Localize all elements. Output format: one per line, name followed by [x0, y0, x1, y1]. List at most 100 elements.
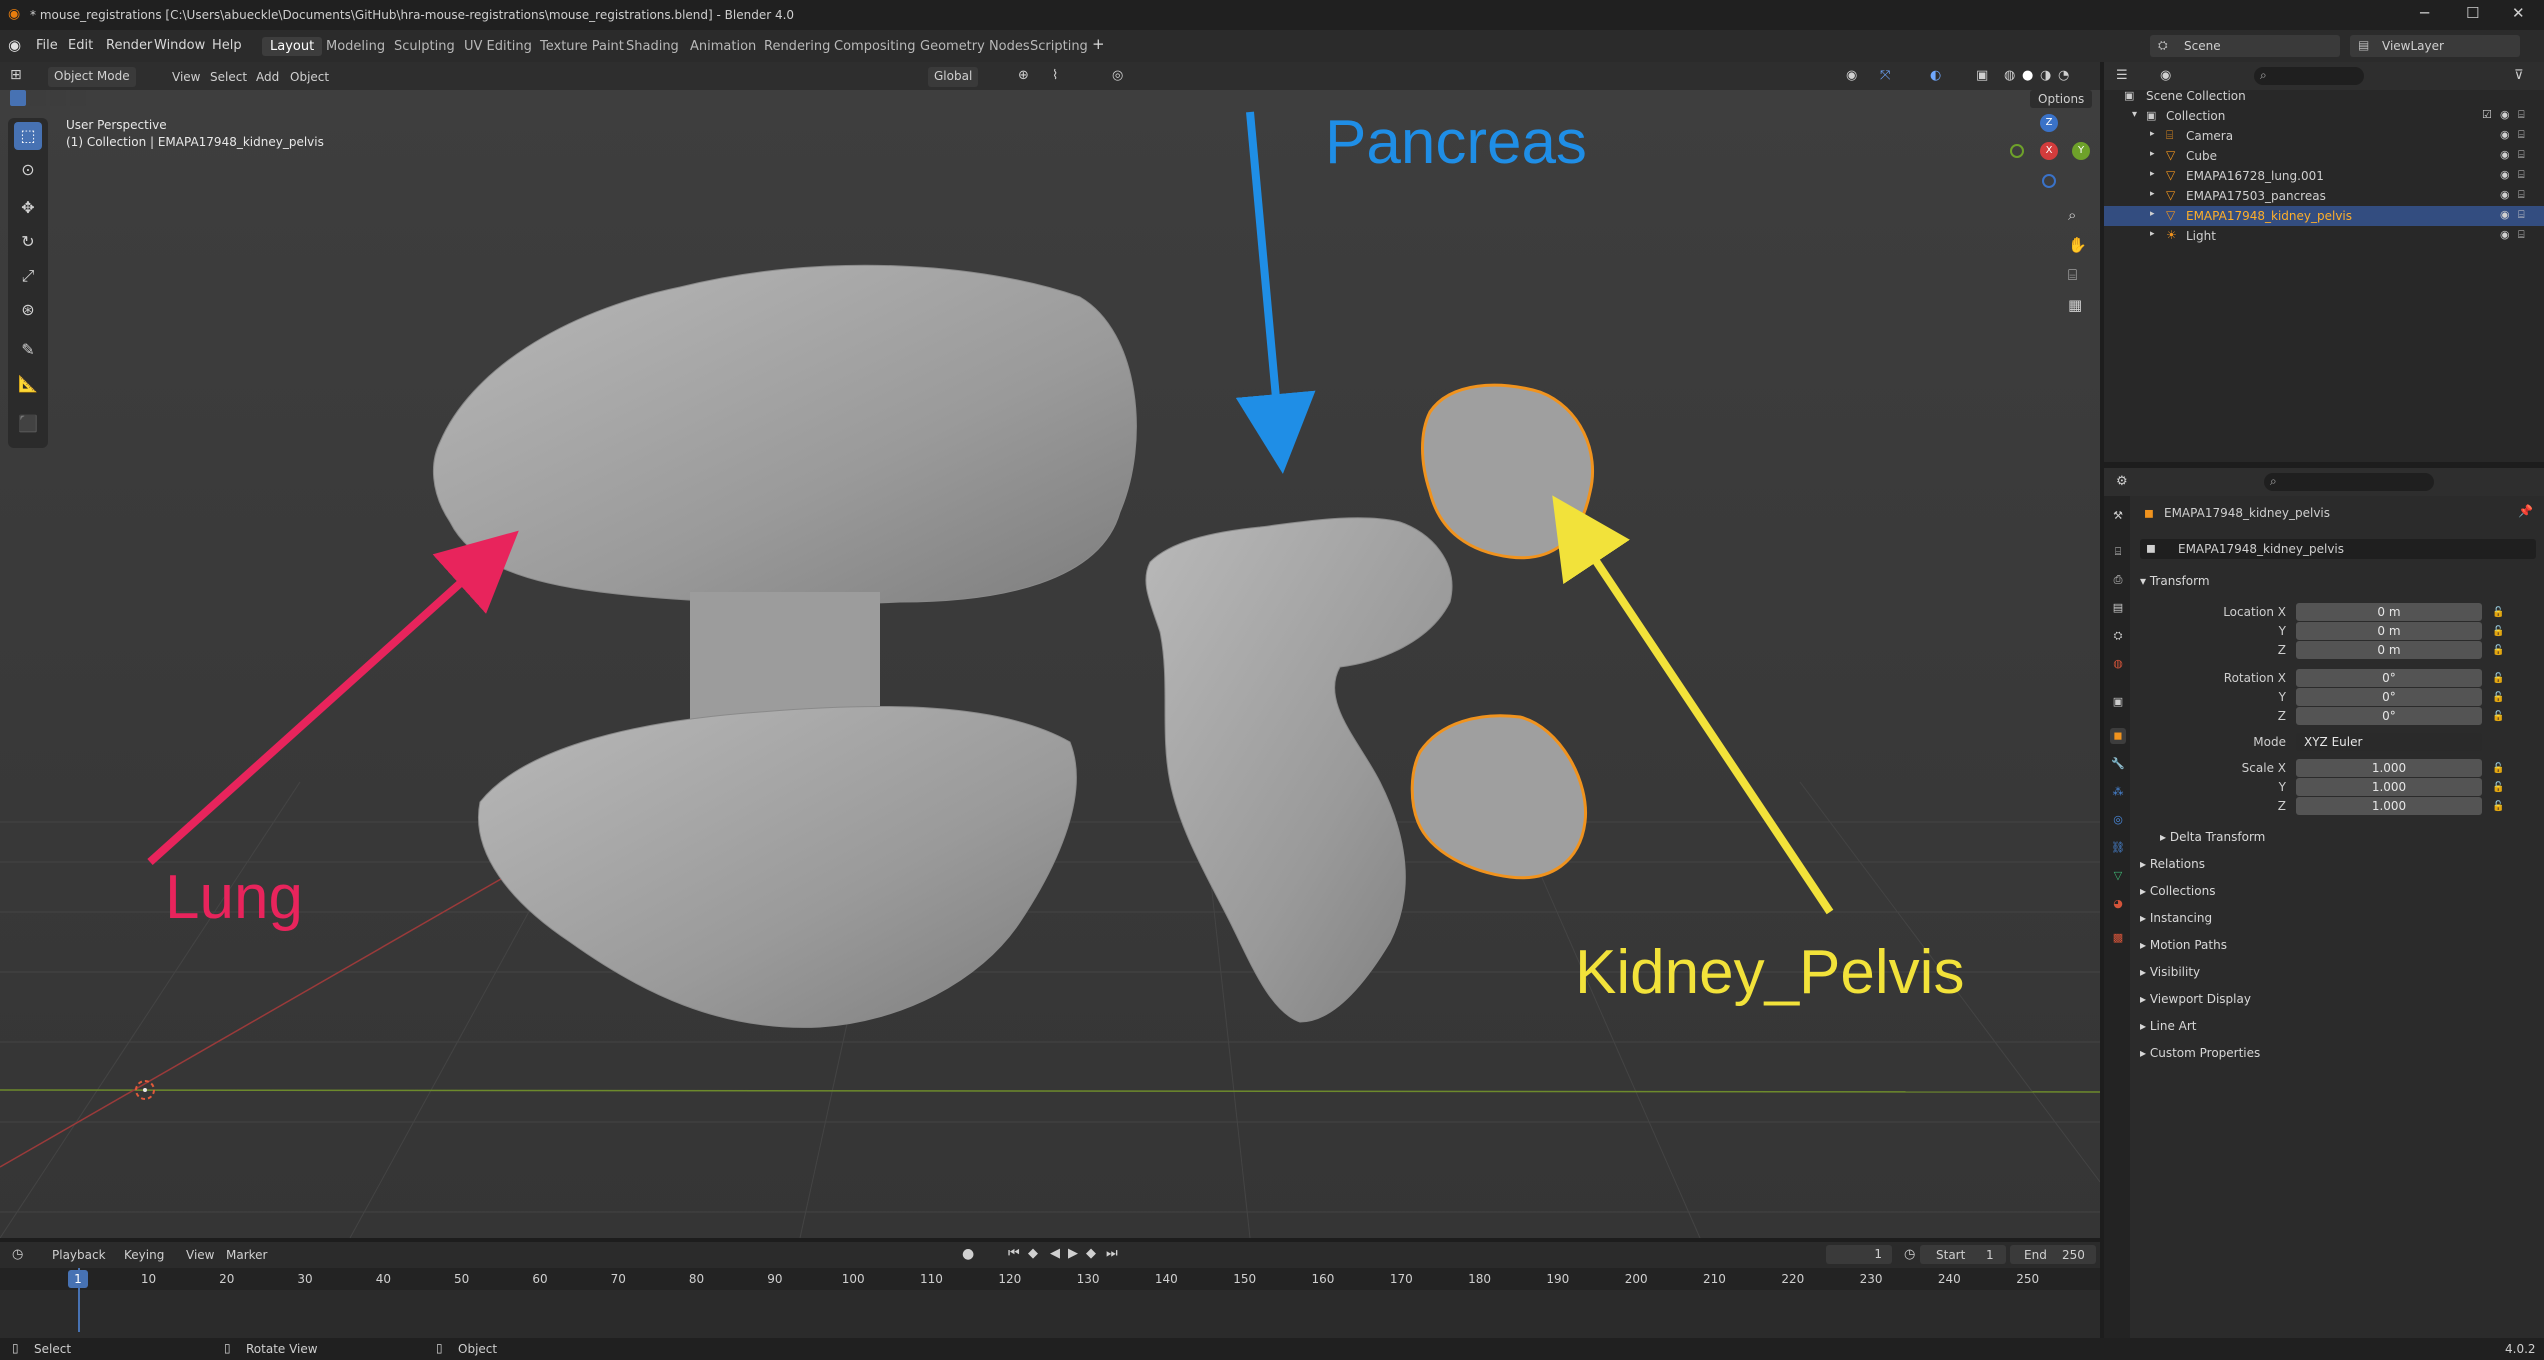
view-layer-tab-icon[interactable]: ▤ — [2110, 600, 2126, 616]
select-subtract-icon[interactable] — [50, 90, 66, 106]
tab-scripting[interactable]: Scripting — [1022, 37, 1096, 56]
custom-properties-section[interactable]: ▸ Custom Properties — [2140, 1046, 2260, 1060]
collection-checkbox[interactable]: ☑ — [2482, 108, 2492, 121]
scale-y-field[interactable]: 1.000 — [2296, 778, 2482, 796]
tab-animation[interactable]: Animation — [682, 37, 764, 56]
xray-icon[interactable]: ▣ — [1976, 68, 1988, 83]
render-camera-icon[interactable]: ⌸ — [2518, 188, 2525, 202]
close-button[interactable]: ✕ — [2512, 4, 2525, 22]
cursor-tool-icon[interactable]: ⊙ — [14, 156, 42, 184]
end-frame-field[interactable]: End 250 — [2010, 1245, 2096, 1264]
expand-icon[interactable]: ▸ — [2150, 189, 2155, 199]
render-camera-icon[interactable]: ⌸ — [2518, 148, 2525, 162]
timeline-editor-icon[interactable]: ◷ — [12, 1247, 23, 1262]
outliner-editor-icon[interactable]: ☰ — [2116, 68, 2128, 83]
tool-tab-icon[interactable]: ⚒ — [2110, 508, 2126, 524]
select-menu[interactable]: Select — [210, 70, 247, 84]
eye-icon[interactable]: ◉ — [2500, 148, 2510, 161]
tab-compositing[interactable]: Compositing — [826, 37, 924, 56]
solid-shading-icon[interactable]: ● — [2022, 68, 2033, 83]
wireframe-shading-icon[interactable]: ◍ — [2004, 68, 2015, 83]
visibility-section[interactable]: ▸ Visibility — [2140, 965, 2200, 979]
material-shading-icon[interactable]: ◑ — [2040, 68, 2051, 83]
properties-editor-icon[interactable]: ⚙ — [2116, 474, 2128, 489]
tab-geometry-nodes[interactable]: Geometry Nodes — [912, 37, 1038, 56]
collection-expand-icon[interactable]: ▾ — [2132, 109, 2137, 120]
select-box-tool-icon[interactable]: ⬚ — [14, 122, 42, 150]
world-tab-icon[interactable]: ◍ — [2110, 656, 2126, 672]
scale-x-field[interactable]: 1.000 — [2296, 759, 2482, 777]
expand-icon[interactable]: ▸ — [2150, 209, 2155, 219]
outliner-collection[interactable]: ▾ ▣ Collection ☑ ◉ ⌸ — [2104, 106, 2544, 126]
viewlayer-selector[interactable]: ▤ ViewLayer — [2350, 35, 2520, 57]
expand-icon[interactable]: ▸ — [2150, 129, 2155, 139]
annotate-tool-icon[interactable]: ✎ — [14, 336, 42, 364]
rotation-y-field[interactable]: 0° — [2296, 688, 2482, 706]
gizmo-neg-z-axis[interactable] — [2042, 174, 2056, 188]
select-intersect-icon[interactable] — [70, 90, 86, 106]
properties-panel[interactable] — [2104, 468, 2544, 1338]
lock-icon[interactable]: 🔓 — [2492, 607, 2504, 618]
jump-start-icon[interactable]: ⏮ — [1008, 1246, 1020, 1261]
properties-search-input[interactable]: ⌕ — [2264, 473, 2434, 491]
object-tab-icon[interactable]: ◼ — [2110, 728, 2126, 744]
output-tab-icon[interactable]: ⎙ — [2110, 572, 2126, 588]
collection-eye-icon[interactable]: ◉ — [2500, 108, 2510, 121]
physics-tab-icon[interactable]: ◎ — [2110, 812, 2126, 828]
tab-texture-paint[interactable]: Texture Paint — [532, 37, 632, 56]
blender-menu-icon[interactable]: ◉ — [8, 36, 21, 54]
outliner-item-light[interactable]: ▸ ☀ Light ◉ ⌸ — [2104, 226, 2544, 246]
texture-tab-icon[interactable]: ▩ — [2110, 930, 2126, 946]
eye-icon[interactable]: ◉ — [2500, 168, 2510, 181]
scene-tab-icon[interactable]: ⛭ — [2110, 628, 2126, 644]
jump-end-icon[interactable]: ⏭ — [1106, 1246, 1118, 1261]
lock-icon[interactable]: 🔓 — [2492, 782, 2504, 793]
transform-orientation-dropdown[interactable]: Global — [928, 67, 979, 87]
lock-icon[interactable]: 🔓 — [2492, 673, 2504, 684]
pan-hand-icon[interactable]: ✋ — [2068, 236, 2087, 254]
menu-file[interactable]: File — [36, 38, 58, 53]
collection-tab-icon[interactable]: ▣ — [2110, 694, 2126, 710]
gizmo-z-axis[interactable]: Z — [2040, 114, 2058, 132]
select-new-icon[interactable] — [10, 90, 26, 106]
add-workspace-button[interactable]: + — [1092, 35, 1105, 53]
render-camera-icon[interactable]: ⌸ — [2518, 208, 2525, 222]
playhead-frame-label[interactable]: 1 — [68, 1270, 88, 1288]
object-name-field[interactable]: ◼ EMAPA17948_kidney_pelvis — [2140, 539, 2536, 559]
scale-z-field[interactable]: 1.000 — [2296, 797, 2482, 815]
prev-keyframe-icon[interactable]: ◆ — [1028, 1246, 1038, 1261]
menu-edit[interactable]: Edit — [68, 38, 93, 53]
line-art-section[interactable]: ▸ Line Art — [2140, 1019, 2197, 1033]
rotation-x-field[interactable]: 0° — [2296, 669, 2482, 687]
gizmo-toggle-icon[interactable]: ⤧ — [1880, 68, 1890, 83]
lock-icon[interactable]: 🔓 — [2492, 711, 2504, 722]
tab-modeling[interactable]: Modeling — [318, 37, 393, 56]
play-reverse-icon[interactable]: ◀ — [1050, 1246, 1060, 1261]
keying-menu[interactable]: Keying — [124, 1248, 164, 1262]
maximize-button[interactable]: ☐ — [2466, 4, 2479, 22]
render-camera-icon[interactable]: ⌸ — [2518, 128, 2525, 142]
render-tab-icon[interactable]: ⌸ — [2110, 544, 2126, 560]
eye-icon[interactable]: ◉ — [2500, 188, 2510, 201]
data-tab-icon[interactable]: ▽ — [2110, 868, 2126, 884]
view-menu[interactable]: View — [172, 70, 200, 84]
move-tool-icon[interactable]: ✥ — [14, 194, 42, 222]
tab-sculpting[interactable]: Sculpting — [386, 37, 463, 56]
filter-icon[interactable]: ⊽ — [2514, 68, 2524, 83]
next-keyframe-icon[interactable]: ◆ — [1086, 1246, 1096, 1261]
transform-tool-icon[interactable]: ⊛ — [14, 296, 42, 324]
menu-help[interactable]: Help — [212, 38, 242, 53]
snap-icon[interactable]: ⌇ — [1052, 68, 1058, 83]
measure-tool-icon[interactable]: 📐 — [14, 370, 42, 398]
preview-range-icon[interactable]: ◷ — [1904, 1247, 1915, 1262]
outliner-item-cube[interactable]: ▸ ▽ Cube ◉ ⌸ — [2104, 146, 2544, 166]
menu-window[interactable]: Window — [154, 38, 205, 53]
pivot-icon[interactable]: ⊕ — [1018, 68, 1029, 83]
eye-icon[interactable]: ◉ — [2500, 128, 2510, 141]
rotate-tool-icon[interactable]: ↻ — [14, 228, 42, 256]
options-button[interactable]: Options — [2030, 90, 2093, 108]
lock-icon[interactable]: 🔓 — [2492, 692, 2504, 703]
render-camera-icon[interactable]: ⌸ — [2518, 228, 2525, 242]
instancing-section[interactable]: ▸ Instancing — [2140, 911, 2212, 925]
add-menu[interactable]: Add — [256, 70, 279, 84]
